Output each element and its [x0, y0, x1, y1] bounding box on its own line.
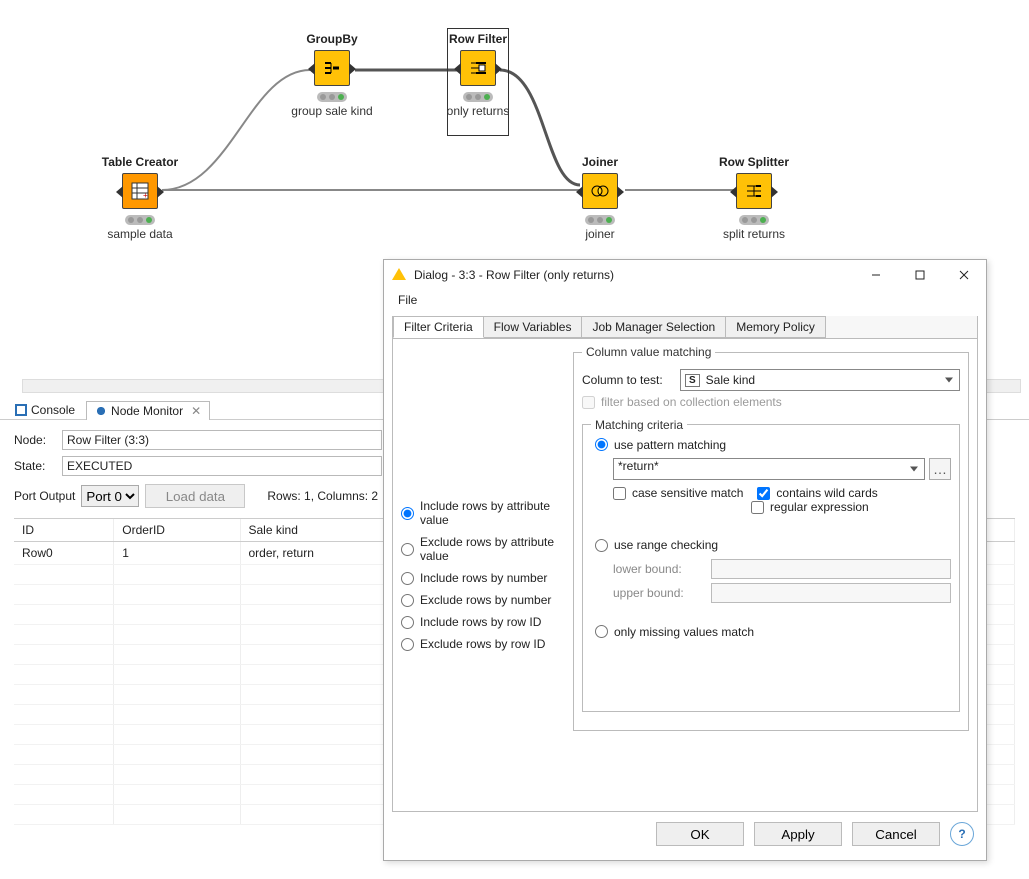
node-row-splitter[interactable]: Row Splitter split returns	[694, 155, 814, 241]
node-icon	[582, 173, 618, 209]
matching-criteria-group: Matching criteria use pattern matching *…	[582, 418, 960, 713]
monitor-icon	[95, 405, 107, 417]
knime-icon	[392, 268, 406, 282]
node-icon	[736, 173, 772, 209]
port-select[interactable]: Port 0	[81, 485, 139, 507]
tab-console[interactable]: Console	[6, 400, 84, 419]
opt-include-num[interactable]: Include rows by number	[401, 571, 565, 585]
ok-button[interactable]: OK	[656, 822, 744, 846]
tab-node-monitor[interactable]: Node Monitor ✕	[86, 401, 210, 420]
opt-exclude-attr[interactable]: Exclude rows by attribute value	[401, 535, 565, 563]
opt-exclude-num[interactable]: Exclude rows by number	[401, 593, 565, 607]
window-close-button[interactable]	[942, 260, 986, 290]
node-status-lights	[125, 215, 155, 225]
opt-exclude-id[interactable]: Exclude rows by row ID	[401, 637, 565, 651]
node-joiner[interactable]: Joiner joiner	[540, 155, 660, 241]
node-table-creator[interactable]: Table Creator + sample data	[80, 155, 200, 241]
node-row-filter[interactable]: Row Filter only returns	[418, 32, 538, 118]
col-id[interactable]: ID	[14, 519, 114, 542]
upper-bound-input	[711, 583, 951, 603]
lower-bound-label: lower bound:	[613, 562, 705, 576]
state-label: State:	[14, 459, 56, 473]
tab-filter-criteria[interactable]: Filter Criteria	[393, 316, 484, 338]
node-subtitle: sample data	[80, 227, 200, 241]
state-value: EXECUTED	[62, 456, 382, 476]
help-button[interactable]: ?	[950, 822, 974, 846]
cancel-button[interactable]: Cancel	[852, 822, 940, 846]
dialog-title: Dialog - 3:3 - Row Filter (only returns)	[414, 268, 854, 282]
tab-memory-policy[interactable]: Memory Policy	[726, 316, 826, 338]
pattern-combo[interactable]: *return*	[613, 458, 925, 480]
case-sensitive-checkbox[interactable]: case sensitive match	[613, 486, 743, 500]
node-subtitle: split returns	[694, 227, 814, 241]
node-status-lights	[317, 92, 347, 102]
col-orderid[interactable]: OrderID	[114, 519, 240, 542]
node-value: Row Filter (3:3)	[62, 430, 382, 450]
dialog-button-row: OK Apply Cancel ?	[384, 812, 986, 860]
node-status-lights	[585, 215, 615, 225]
window-minimize-button[interactable]	[854, 260, 898, 290]
row-filter-dialog: Dialog - 3:3 - Row Filter (only returns)…	[383, 259, 987, 861]
column-value-matching-group: Column value matching Column to test: S …	[573, 345, 969, 731]
node-label: Node:	[14, 433, 56, 447]
use-pattern-radio[interactable]: use pattern matching	[595, 438, 726, 452]
node-subtitle: joiner	[540, 227, 660, 241]
node-title: Row Splitter	[694, 155, 814, 169]
column-to-test-label: Column to test:	[582, 373, 674, 387]
close-icon[interactable]: ✕	[191, 402, 201, 420]
console-icon	[15, 404, 27, 416]
port-output-label: Port Output	[14, 489, 75, 503]
node-groupby[interactable]: GroupBy group sale kind	[272, 32, 392, 118]
column-to-test-select[interactable]: S Sale kind	[680, 369, 960, 391]
load-data-button: Load data	[145, 484, 245, 508]
only-missing-radio[interactable]: only missing values match	[595, 625, 754, 639]
apply-button[interactable]: Apply	[754, 822, 842, 846]
node-title: Joiner	[540, 155, 660, 169]
window-maximize-button[interactable]	[898, 260, 942, 290]
column-type-tag: S	[685, 374, 700, 387]
lower-bound-input	[711, 559, 951, 579]
node-icon	[314, 50, 350, 86]
node-icon	[460, 50, 496, 86]
dialog-menubar: File	[384, 290, 986, 310]
tab-job-manager[interactable]: Job Manager Selection	[582, 316, 726, 338]
node-status-lights	[739, 215, 769, 225]
filter-mode-options: Include rows by attribute value Exclude …	[393, 339, 573, 811]
node-subtitle: group sale kind	[272, 104, 392, 118]
regex-checkbox[interactable]: regular expression	[751, 500, 869, 514]
dialog-tab-container: Filter Criteria Flow Variables Job Manag…	[392, 316, 978, 812]
filter-collection-checkbox: filter based on collection elements	[582, 395, 782, 409]
group-legend: Column value matching	[582, 345, 715, 359]
wildcards-checkbox[interactable]: contains wild cards	[757, 486, 877, 500]
node-subtitle: only returns	[418, 104, 538, 118]
menu-file[interactable]: File	[392, 291, 423, 309]
node-icon: +	[122, 173, 158, 209]
filter-criteria-page: Include rows by attribute value Exclude …	[393, 338, 977, 811]
tab-label: Console	[31, 401, 75, 419]
group-legend: Matching criteria	[591, 418, 687, 432]
dialog-titlebar[interactable]: Dialog - 3:3 - Row Filter (only returns)	[384, 260, 986, 290]
use-range-radio[interactable]: use range checking	[595, 538, 718, 552]
node-title: Table Creator	[80, 155, 200, 169]
node-title: Row Filter	[418, 32, 538, 46]
tab-label: Node Monitor	[111, 402, 183, 420]
tab-flow-variables[interactable]: Flow Variables	[484, 316, 583, 338]
svg-text:+: +	[143, 191, 148, 200]
rows-columns-summary: Rows: 1, Columns: 2	[267, 489, 378, 503]
opt-include-attr[interactable]: Include rows by attribute value	[401, 499, 565, 527]
node-title: GroupBy	[272, 32, 392, 46]
opt-include-id[interactable]: Include rows by row ID	[401, 615, 565, 629]
node-status-lights	[463, 92, 493, 102]
upper-bound-label: upper bound:	[613, 586, 705, 600]
column-to-test-value: Sale kind	[706, 373, 755, 387]
pattern-picker-button[interactable]: …	[929, 458, 951, 480]
